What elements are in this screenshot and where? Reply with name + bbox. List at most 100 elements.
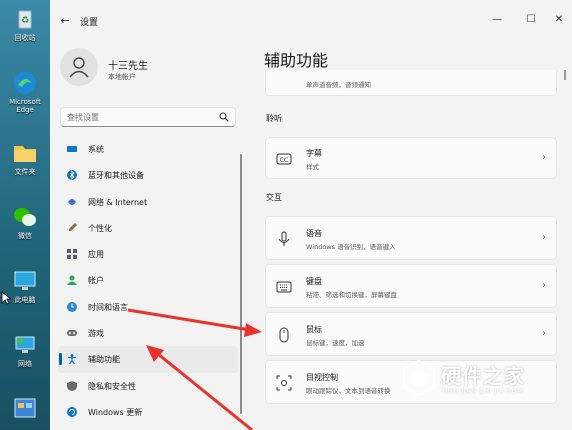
card-keyboard[interactable]: 键盘 粘滞、筛选和切换键，屏幕键盘 › [265,264,557,308]
audio-settings-card[interactable]: 单声道音频，音频通知 [265,70,557,96]
minimize-button[interactable]: — [484,10,510,30]
sidebar-item-label: 应用 [88,250,104,260]
sidebar-item-label: 帐户 [88,276,104,286]
keyboard-title: 键盘 [306,277,322,286]
content-scrollbar[interactable] [564,70,566,80]
user-profile[interactable]: 十三先生 本地帐户 [60,48,230,92]
sidebar-item-accessibility[interactable]: 辅助功能 [58,346,238,373]
sidebar-item-bluetooth[interactable]: 蓝牙和其他设备 [58,162,238,188]
svg-text:CC: CC [280,157,288,164]
sidebar-item-label: 系统 [88,145,104,154]
speech-subtitle: Windows 语音识别，语音键入 [306,243,396,251]
eye-control-title: 目视控制 [306,373,338,382]
edge-icon [12,70,38,96]
accessibility-icon [68,354,76,365]
chevron-right-icon: › [542,232,546,243]
user-name: 十三先生 [108,61,148,72]
card-mouse[interactable]: 鼠标 鼠标键，速度，加速 › [265,312,557,356]
desktop-icon-control-panel[interactable] [3,396,47,424]
desktop-icon-edge[interactable]: Microsoft Edge [3,70,47,114]
brush-icon [69,222,77,231]
search-input[interactable] [67,110,207,124]
speech-title: 语音 [306,229,322,238]
microphone-icon [278,231,290,246]
globe-clock-icon [67,301,77,312]
eye-control-subtitle: 眼动跟踪仪，文本到语音转换 [306,387,391,395]
keyboard-icon [276,281,292,293]
section-heading-hearing: 聆听 [266,114,282,123]
desktop-icon-recycle-bin[interactable]: ♻ 回收站 [3,6,47,42]
watermark: 硬件之家 YING JIAN ZHI JIA.COM [403,358,563,408]
desktop-icon-wechat[interactable]: 微信 [3,204,47,240]
sidebar-item-label: 游戏 [88,329,104,339]
sidebar-item-apps[interactable]: 应用 [58,241,238,267]
sidebar-item-label: 时间和语言 [88,302,128,312]
sidebar-item-network[interactable]: 网络 & Internet [58,189,238,215]
maximize-button[interactable]: ☐ [518,10,544,30]
sidebar-item-update[interactable]: Windows 更新 [58,399,238,425]
sidebar-item-globe-clock[interactable]: 时间和语言 [58,294,238,320]
chevron-right-icon: › [542,280,546,291]
audio-card-subtitle: 单声道音频，音频通知 [306,81,371,89]
watermark-title: 硬件之家 [441,364,525,388]
mouse-icon [279,327,289,343]
captions-subtitle: 样式 [306,163,319,171]
sidebar-scrollbar[interactable] [240,154,242,414]
update-icon [67,406,77,417]
sidebar-item-label: 网络 & Internet [88,197,148,207]
sidebar-item-brush[interactable]: 个性化 [58,215,238,241]
watermark-logo-icon [403,360,435,396]
gamepad-icon [67,330,77,337]
desktop-icon-folder[interactable]: 文件夹 [3,140,47,176]
svg-text:♻: ♻ [21,16,29,26]
network-icon [12,332,38,358]
window-title: 设置 [80,18,99,28]
person-icon [67,275,77,286]
computer-icon [12,268,38,294]
person-icon [69,57,89,78]
watermark-subtitle: YING JIAN ZHI JIA.COM [441,387,524,395]
wechat-icon [12,204,38,230]
title-bar: ← 设置 — ☐ ✕ [50,0,572,40]
folder-icon [12,140,38,166]
control-panel-icon [12,396,38,422]
chevron-right-icon: › [542,328,546,339]
keyboard-subtitle: 粘滞、筛选和切换键，屏幕键盘 [306,291,397,299]
apps-icon [67,249,77,260]
account-type: 本地帐户 [108,73,136,81]
search-icon[interactable] [219,112,229,122]
close-button[interactable]: ✕ [546,10,572,30]
back-arrow-icon[interactable]: ← [58,14,72,28]
selection-indicator [59,353,62,366]
chevron-right-icon: › [542,152,546,163]
mouse-subtitle: 鼠标键，速度，加速 [306,339,365,347]
captions-icon: CC [276,153,292,165]
avatar [60,48,98,86]
card-speech[interactable]: 语音 Windows 语音识别，语音键入 › [265,216,557,260]
sidebar-item-person[interactable]: 帐户 [58,267,238,293]
desktop-icon-network[interactable]: 网络 [3,332,47,368]
sidebar-item-gamepad[interactable]: 游戏 [58,320,238,346]
sidebar-item-label: 个性化 [88,223,112,233]
bluetooth-icon [67,170,77,181]
eye-control-icon [276,375,292,391]
sidebar-item-shield[interactable]: 隐私和安全性 [58,373,238,399]
mouse-cursor-icon [1,291,11,305]
search-box[interactable] [60,107,236,127]
section-heading-interaction: 交互 [266,193,282,202]
desktop: ♻ 回收站 Microsoft Edge 文件夹 微信 此电脑 网络 [0,0,50,430]
captions-title: 字幕 [306,149,322,158]
sidebar-item-system[interactable]: 系统 [58,136,238,162]
mouse-title: 鼠标 [306,325,322,334]
sidebar-item-label: 隐私和安全性 [88,381,136,391]
sidebar-item-label: 蓝牙和其他设备 [88,171,144,181]
card-captions[interactable]: CC 字幕 样式 › [265,137,557,179]
recycle-bin-icon: ♻ [12,6,38,32]
sidebar-nav: 系统蓝牙和其他设备 网络 & Internet 个性化应用帐户时间和语言游戏辅助功能… [58,136,238,425]
shield-icon [67,380,77,391]
sidebar-item-label: 辅助功能 [88,355,120,365]
network-icon [68,198,76,205]
page-title: 辅助功能 [264,51,329,70]
sidebar-item-label: Windows 更新 [88,407,143,417]
system-icon [67,146,77,152]
